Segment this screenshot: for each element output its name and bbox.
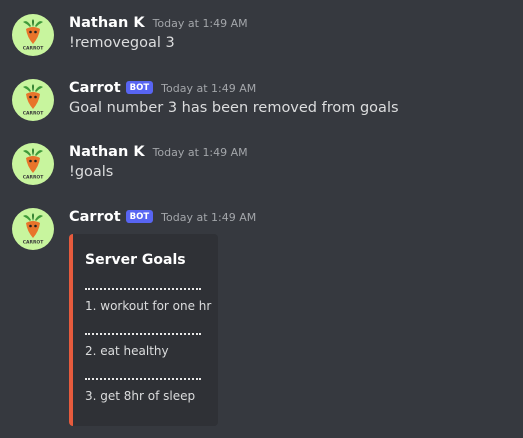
- timestamp: Today at 1:49 AM: [161, 210, 257, 224]
- bot-badge: BOT: [125, 209, 154, 223]
- timestamp: Today at 1:49 AM: [152, 16, 248, 30]
- goal-item: 3. get 8hr of sleep: [85, 389, 196, 403]
- svg-text:CARROT: CARROT: [23, 111, 45, 117]
- dotted-separator: [85, 280, 201, 290]
- goals-embed: Server Goals 1. workout for one hr 2. ea…: [69, 234, 218, 426]
- carrot-icon: CARROT: [23, 213, 45, 246]
- svg-text:CARROT: CARROT: [23, 240, 45, 246]
- embed-title: Server Goals: [85, 252, 186, 268]
- svg-text:CARROT: CARROT: [23, 46, 45, 52]
- embed-body: 1. workout for one hr 2. eat healthy 3. …: [85, 280, 211, 415]
- carrot-icon: CARROT: [23, 19, 45, 52]
- message-text: !removegoal 3: [69, 35, 175, 51]
- author-name[interactable]: Nathan K: [69, 144, 145, 160]
- avatar[interactable]: CARROT: [12, 79, 54, 121]
- message-text: !goals: [69, 164, 114, 180]
- avatar[interactable]: CARROT: [12, 14, 54, 56]
- carrot-icon: CARROT: [23, 148, 45, 181]
- timestamp: Today at 1:49 AM: [161, 81, 257, 95]
- message-text: Goal number 3 has been removed from goal…: [69, 100, 399, 116]
- avatar[interactable]: CARROT: [12, 208, 54, 250]
- dotted-separator: [85, 325, 201, 335]
- author-name[interactable]: Nathan K: [69, 15, 145, 31]
- author-name[interactable]: Carrot: [69, 80, 121, 96]
- carrot-icon: CARROT: [23, 84, 45, 117]
- dotted-separator: [85, 370, 201, 380]
- goal-item: 2. eat healthy: [85, 344, 169, 358]
- goal-item: 1. workout for one hr: [85, 299, 212, 313]
- author-name[interactable]: Carrot: [69, 209, 121, 225]
- bot-badge: BOT: [125, 80, 154, 94]
- avatar[interactable]: CARROT: [12, 143, 54, 185]
- timestamp: Today at 1:49 AM: [152, 145, 248, 159]
- svg-text:CARROT: CARROT: [23, 175, 45, 181]
